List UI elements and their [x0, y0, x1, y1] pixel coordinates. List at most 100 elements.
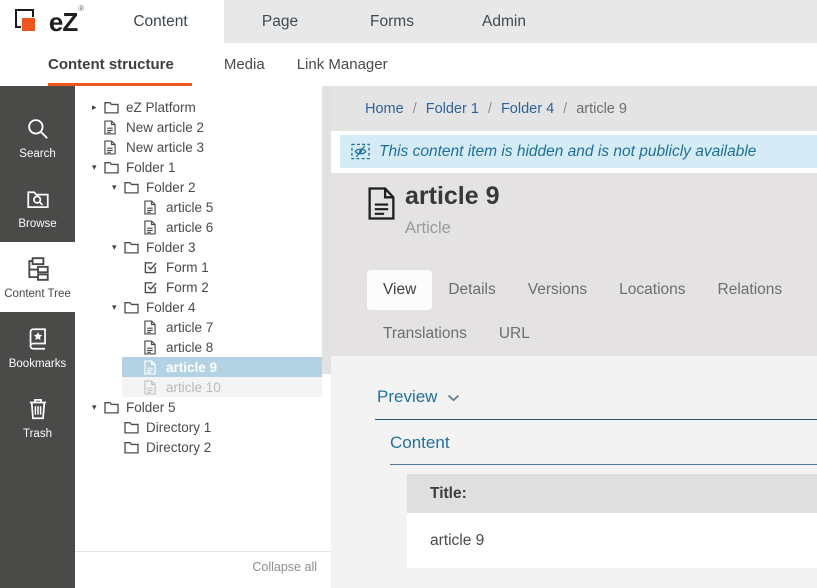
tree-item-folder-5[interactable]: Folder 5 [75, 397, 331, 417]
tab-content[interactable]: Content [97, 0, 224, 43]
tree-item-ez-platform[interactable]: eZ Platform [75, 97, 331, 117]
breadcrumb-link-home[interactable]: Home [365, 101, 404, 117]
trash-icon [25, 396, 51, 422]
breadcrumb-separator: / [413, 101, 417, 117]
subtab-link-manager[interactable]: Link Manager [297, 43, 388, 86]
folder-icon [124, 301, 140, 314]
browse-icon [25, 186, 51, 212]
sidebar-item-bookmarks[interactable]: Bookmarks [0, 312, 75, 382]
tab-details[interactable]: Details [432, 270, 511, 310]
sidebar-item-label: Browse [18, 218, 56, 230]
breadcrumb-separator: / [488, 101, 492, 117]
sidebar-item-label: Search [19, 148, 55, 160]
registered-mark: ® [78, 4, 84, 13]
tab-locations[interactable]: Locations [603, 270, 701, 310]
tab-relations[interactable]: Relations [702, 270, 799, 310]
breadcrumb-separator: / [563, 101, 567, 117]
chevron-down-icon[interactable] [112, 302, 124, 313]
app-window: eZ ® Content Page Forms Admin Content st… [0, 0, 817, 588]
tree-item-folder-1[interactable]: Folder 1 [75, 157, 331, 177]
sidebar-item-trash[interactable]: Trash [0, 382, 75, 452]
article-icon [144, 200, 160, 215]
search-icon [25, 116, 51, 142]
tree-item-new-article-2[interactable]: New article 2 [75, 117, 331, 137]
logo-orange-square [21, 17, 36, 32]
article-icon [144, 320, 160, 335]
tab-page[interactable]: Page [224, 0, 336, 43]
content-tree-panel: eZ Platform New article 2 New article 3 … [75, 86, 331, 588]
folder-icon [124, 181, 140, 194]
ez-logo[interactable]: eZ ® [0, 0, 97, 43]
chevron-down-icon[interactable] [112, 242, 124, 253]
folder-icon [104, 101, 120, 114]
ez-logo-icon [13, 8, 45, 35]
article-icon [144, 340, 160, 355]
tree-item-folder-2[interactable]: Folder 2 [75, 177, 331, 197]
tree-item-article-9-selected[interactable]: article 9 [75, 357, 331, 377]
article-icon [368, 187, 395, 225]
chevron-down-icon[interactable] [112, 182, 124, 193]
left-sidebar: Search Browse Content Tree [0, 86, 75, 588]
folder-icon [124, 241, 140, 254]
article-icon [144, 380, 160, 395]
breadcrumb-link-folder-4[interactable]: Folder 4 [501, 101, 554, 117]
chevron-right-icon[interactable] [92, 102, 104, 113]
tree-item-form-2[interactable]: Form 2 [75, 277, 331, 297]
form-icon [144, 281, 160, 294]
bookmarks-icon [25, 326, 51, 352]
logo-text: eZ [49, 9, 77, 35]
breadcrumb: Home / Folder 1 / Folder 4 / article 9 [331, 86, 817, 131]
tree-scrollbar[interactable] [322, 86, 331, 374]
folder-icon [104, 161, 120, 174]
tree-item-folder-4[interactable]: Folder 4 [75, 297, 331, 317]
subtab-content-structure[interactable]: Content structure [48, 43, 192, 86]
form-icon [144, 261, 160, 274]
folder-icon [104, 401, 120, 414]
tab-versions[interactable]: Versions [512, 270, 603, 310]
subtab-media[interactable]: Media [224, 43, 265, 86]
content-tabs-row-2: Translations URL [367, 314, 546, 354]
chevron-down-icon [447, 387, 460, 407]
content-tree-list: eZ Platform New article 2 New article 3 … [75, 86, 331, 457]
content-tabs-row-1: View Details Versions Locations Relation… [367, 270, 798, 310]
tree-item-article-7[interactable]: article 7 [75, 317, 331, 337]
tree-item-folder-3[interactable]: Folder 3 [75, 237, 331, 257]
tab-forms[interactable]: Forms [336, 0, 448, 43]
chevron-down-icon[interactable] [92, 162, 104, 173]
tree-item-article-8[interactable]: article 8 [75, 337, 331, 357]
preview-divider [375, 419, 817, 420]
tree-item-article-10-hidden[interactable]: article 10 [75, 377, 331, 397]
field-label: Title: [407, 474, 817, 513]
preview-label: Preview [377, 387, 437, 407]
sidebar-item-search[interactable]: Search [0, 102, 75, 172]
top-bar: eZ ® Content Page Forms Admin [0, 0, 817, 43]
tree-item-new-article-3[interactable]: New article 3 [75, 137, 331, 157]
sidebar-item-browse[interactable]: Browse [0, 172, 75, 242]
preview-toggle[interactable]: Preview [377, 387, 817, 407]
article-icon [144, 220, 160, 235]
hidden-eye-icon [351, 142, 370, 161]
content-section-heading: Content [390, 433, 817, 453]
tree-item-article-6[interactable]: article 6 [75, 217, 331, 237]
collapse-all-button[interactable]: Collapse all [252, 560, 317, 574]
sidebar-item-label: Trash [23, 428, 52, 440]
tree-item-article-5[interactable]: article 5 [75, 197, 331, 217]
tree-item-form-1[interactable]: Form 1 [75, 257, 331, 277]
tab-view[interactable]: View [367, 270, 432, 310]
sidebar-item-content-tree[interactable]: Content Tree [0, 242, 75, 312]
tree-item-directory-2[interactable]: Directory 2 [75, 437, 331, 457]
tab-url[interactable]: URL [483, 314, 546, 354]
tree-item-directory-1[interactable]: Directory 1 [75, 417, 331, 437]
tab-translations[interactable]: Translations [367, 314, 483, 354]
article-icon [104, 120, 120, 135]
sidebar-item-label: Content Tree [4, 288, 70, 300]
breadcrumb-link-folder-1[interactable]: Folder 1 [426, 101, 479, 117]
tab-admin[interactable]: Admin [448, 0, 560, 43]
collapse-all-bar: Collapse all [75, 551, 331, 574]
hidden-content-alert: This content item is hidden and is not p… [340, 135, 817, 168]
content-header: article 9 Article View Details Versions … [331, 173, 817, 356]
sidebar-item-label: Bookmarks [9, 358, 67, 370]
chevron-down-icon[interactable] [92, 402, 104, 413]
main-content: Home / Folder 1 / Folder 4 / article 9 T… [331, 86, 817, 588]
content-type-label: Article [405, 219, 451, 238]
